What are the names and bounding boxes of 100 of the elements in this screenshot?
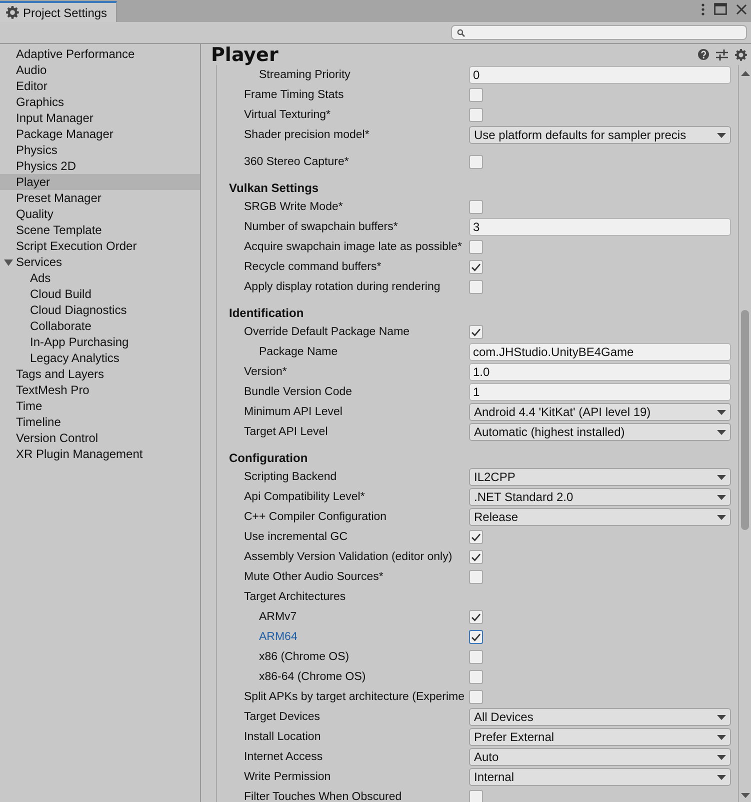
text-field[interactable]: 0 xyxy=(469,66,731,84)
text-field[interactable]: 1 xyxy=(469,383,731,401)
checkbox[interactable] xyxy=(469,550,483,564)
text-field[interactable]: com.JHStudio.UnityBE4Game xyxy=(469,343,731,361)
caret-icon xyxy=(717,474,726,480)
section-heading: Vulkan Settings xyxy=(229,180,320,197)
field-label: Streaming Priority xyxy=(258,69,352,81)
sidebar-item[interactable]: Services xyxy=(0,254,200,270)
sidebar-item[interactable]: Physics 2D xyxy=(0,158,200,174)
checkbox[interactable] xyxy=(469,530,483,544)
sidebar-item[interactable]: Audio xyxy=(0,62,200,78)
field-label: 360 Stereo Capture* xyxy=(243,156,350,168)
checkbox[interactable] xyxy=(469,670,483,684)
sidebar-item[interactable]: Input Manager xyxy=(0,110,200,126)
field-label: Shader precision model* xyxy=(243,129,370,141)
settings-icon xyxy=(6,6,19,19)
maximize-icon[interactable] xyxy=(714,3,727,15)
checkbox[interactable] xyxy=(469,108,483,122)
caret-icon xyxy=(717,734,726,740)
sidebar-item[interactable]: TextMesh Pro xyxy=(0,382,200,398)
sidebar-item[interactable]: Scene Template xyxy=(0,222,200,238)
dropdown[interactable]: All Devices xyxy=(469,708,731,726)
panel-title: Player xyxy=(211,44,278,66)
checkbox[interactable] xyxy=(469,155,483,169)
field-label: SRGB Write Mode* xyxy=(243,201,344,213)
sidebar-item[interactable]: Script Execution Order xyxy=(0,238,200,254)
field-label: Package Name xyxy=(258,346,339,358)
sidebar-item[interactable]: Editor xyxy=(0,78,200,94)
checkbox[interactable] xyxy=(469,650,483,664)
sidebar-item[interactable]: Legacy Analytics xyxy=(0,350,200,366)
caret-icon xyxy=(717,494,726,500)
dropdown[interactable]: Internal xyxy=(469,768,731,786)
field-label: Mute Other Audio Sources* xyxy=(243,571,384,583)
more-icon[interactable] xyxy=(701,2,705,16)
dropdown[interactable]: IL2CPP xyxy=(469,468,731,486)
checkbox[interactable] xyxy=(469,260,483,274)
field-label: x86-64 (Chrome OS) xyxy=(258,671,367,683)
field-label: Override Default Package Name xyxy=(243,326,411,338)
sidebar-item[interactable]: Preset Manager xyxy=(0,190,200,206)
sidebar-item[interactable]: Graphics xyxy=(0,94,200,110)
field-label: Target Devices xyxy=(243,711,322,723)
text-field[interactable]: 3 xyxy=(469,218,731,236)
help-icon[interactable] xyxy=(698,49,709,60)
sidebar-item[interactable]: Time xyxy=(0,398,200,414)
checkbox[interactable] xyxy=(469,690,483,704)
field-label: Scripting Backend xyxy=(243,471,338,483)
field-label: Api Compatibility Level* xyxy=(243,491,366,503)
dropdown[interactable]: Prefer External xyxy=(469,728,731,746)
checkbox[interactable] xyxy=(469,325,483,339)
settings-icon[interactable] xyxy=(735,48,747,60)
scroll-up-icon[interactable] xyxy=(740,71,750,76)
dropdown[interactable]: Release xyxy=(469,508,731,526)
search-icon xyxy=(457,28,465,36)
field-label: Target API Level xyxy=(243,426,329,438)
close-icon[interactable] xyxy=(736,4,747,14)
field-label: Internet Access xyxy=(243,751,324,763)
sliders-icon[interactable] xyxy=(716,48,728,60)
dropdown[interactable]: Android 4.4 'KitKat' (API level 19) xyxy=(469,403,731,421)
sidebar-item[interactable]: Timeline xyxy=(0,414,200,430)
sidebar-item[interactable]: Adaptive Performance xyxy=(0,46,200,62)
scroll-down-icon[interactable] xyxy=(740,793,750,798)
field-label: Assembly Version Validation (editor only) xyxy=(243,551,454,563)
checkbox[interactable] xyxy=(469,630,483,644)
window-tab[interactable]: Project Settings xyxy=(0,1,118,22)
field-label: Virtual Texturing* xyxy=(243,109,332,121)
scrollbar-thumb[interactable] xyxy=(741,310,749,530)
sidebar-item[interactable]: Cloud Diagnostics xyxy=(0,302,200,318)
sidebar-item[interactable]: In-App Purchasing xyxy=(0,334,200,350)
sidebar-item[interactable]: XR Plugin Management xyxy=(0,446,200,462)
caret-icon xyxy=(717,774,726,780)
checkbox[interactable] xyxy=(469,610,483,624)
checkbox[interactable] xyxy=(469,88,483,102)
field-label: Use incremental GC xyxy=(243,531,349,543)
checkbox[interactable] xyxy=(469,570,483,584)
field-label: Install Location xyxy=(243,731,322,743)
sidebar-item[interactable]: Version Control xyxy=(0,430,200,446)
sidebar-item[interactable]: Quality xyxy=(0,206,200,222)
expand-arrow-icon[interactable] xyxy=(4,258,13,267)
sidebar-item[interactable]: Ads xyxy=(0,270,200,286)
sidebar-item[interactable]: Cloud Build xyxy=(0,286,200,302)
field-label: ARMv7 xyxy=(258,611,298,623)
field-label: Target Architectures xyxy=(243,591,347,603)
checkbox[interactable] xyxy=(469,280,483,294)
checkbox[interactable] xyxy=(469,790,483,802)
sidebar-item[interactable]: Package Manager xyxy=(0,126,200,142)
checkbox[interactable] xyxy=(469,200,483,214)
caret-icon xyxy=(717,714,726,720)
dropdown[interactable]: Use platform defaults for sampler precis xyxy=(469,126,731,144)
text-field[interactable]: 1.0 xyxy=(469,363,731,381)
dropdown[interactable]: Automatic (highest installed) xyxy=(469,423,731,441)
sidebar-item[interactable]: Physics xyxy=(0,142,200,158)
field-label: Number of swapchain buffers* xyxy=(243,221,399,233)
sidebar-item[interactable]: Collaborate xyxy=(0,318,200,334)
caret-icon xyxy=(717,514,726,520)
search-field[interactable] xyxy=(451,25,747,40)
sidebar-item[interactable]: Player xyxy=(0,174,200,190)
checkbox[interactable] xyxy=(469,240,483,254)
dropdown[interactable]: Auto xyxy=(469,748,731,766)
sidebar-item[interactable]: Tags and Layers xyxy=(0,366,200,382)
dropdown[interactable]: .NET Standard 2.0 xyxy=(469,488,731,506)
